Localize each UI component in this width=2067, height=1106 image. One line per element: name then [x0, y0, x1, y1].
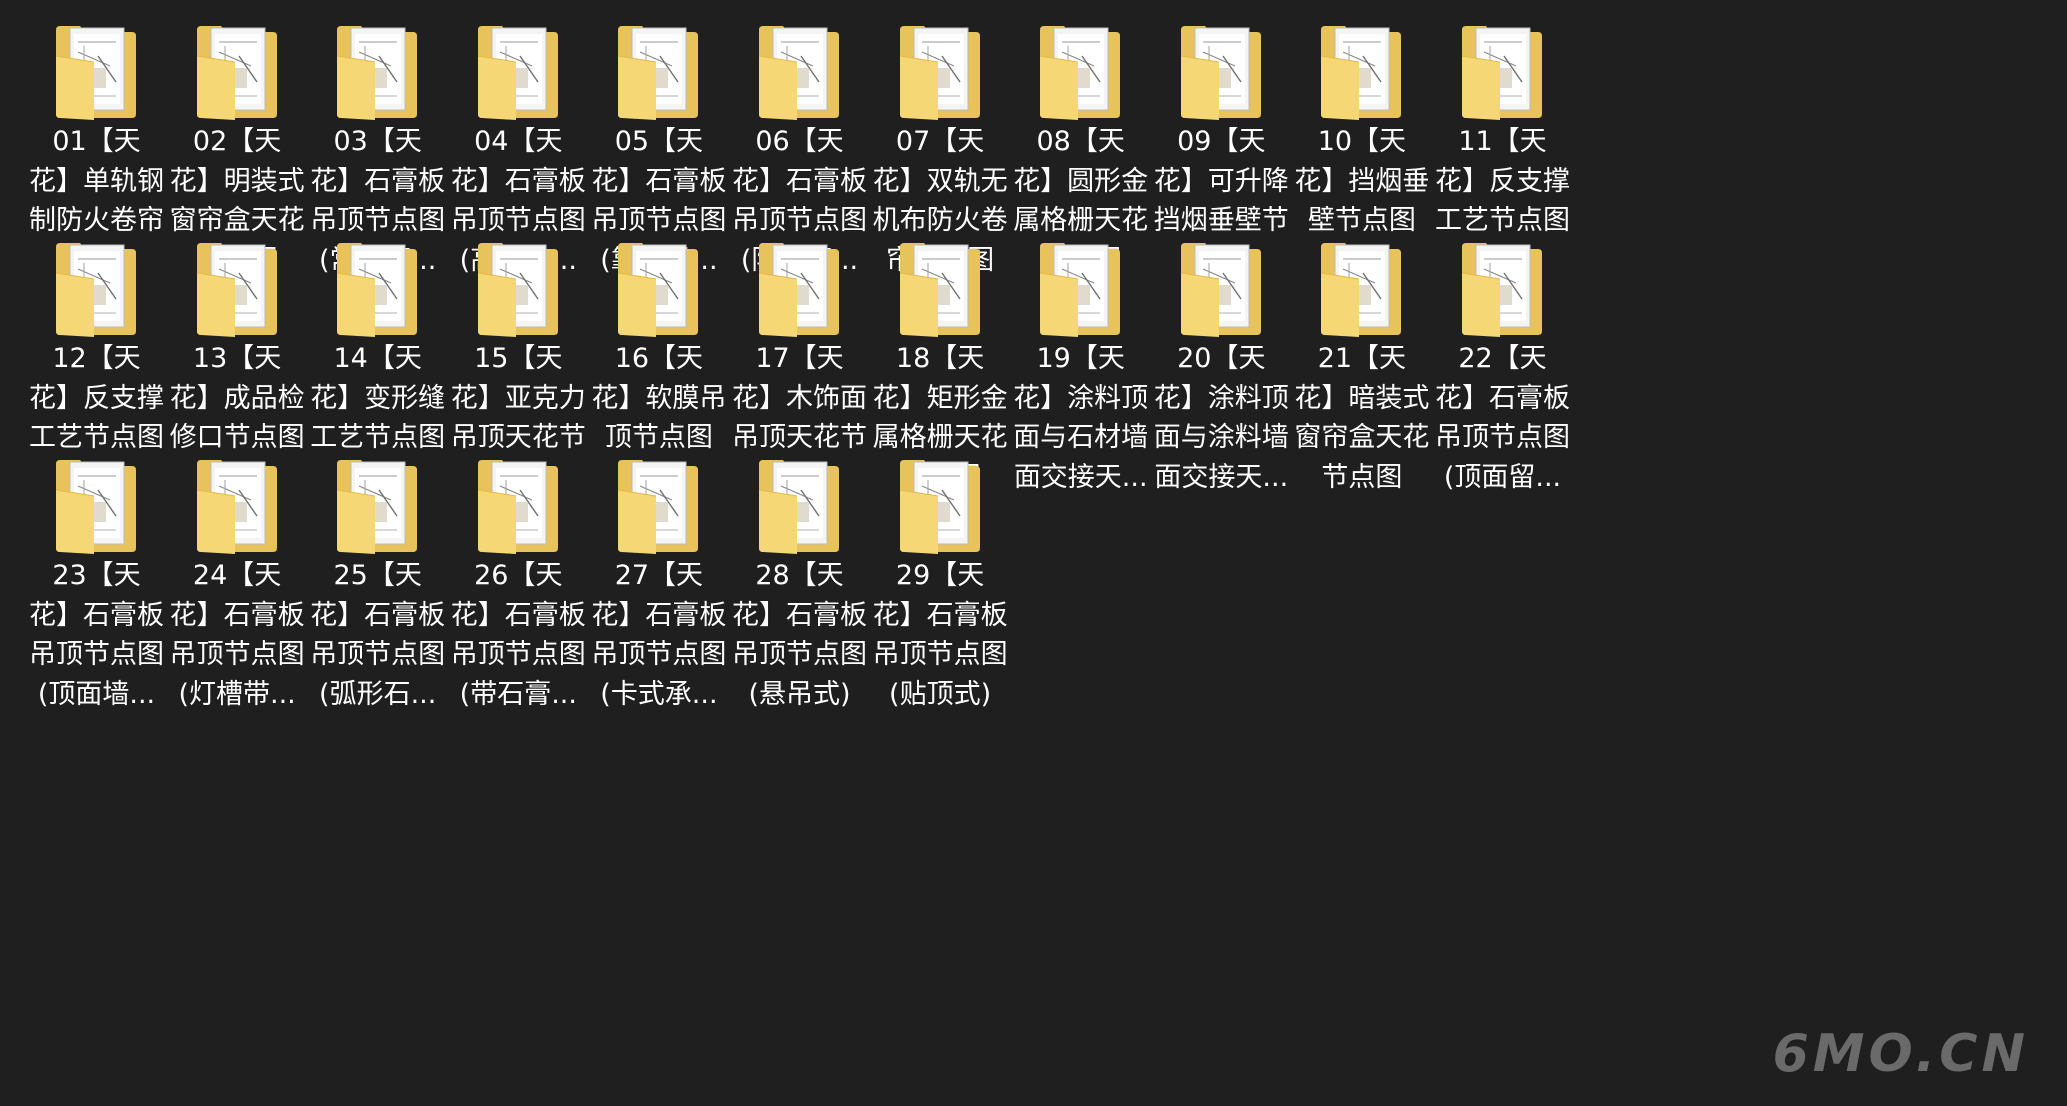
folder-icon[interactable]: [616, 22, 700, 122]
folder-icon[interactable]: [616, 456, 700, 556]
folder-icon[interactable]: [757, 239, 841, 339]
folder-icon[interactable]: [898, 239, 982, 339]
folder-name-line: 11【天: [1458, 126, 1547, 157]
folder-item[interactable]: 22【天花】石膏板吊顶节点图 (顶面留...: [1410, 217, 1595, 497]
folder-icon[interactable]: [1179, 239, 1263, 339]
folder-name-line: 花】反支撑: [1435, 165, 1570, 197]
folder-name-line: (贴顶式): [889, 678, 992, 710]
folder-name[interactable]: 29【天花】石膏板吊顶节点图 (贴顶式): [848, 556, 1033, 714]
folder-icon[interactable]: [195, 239, 279, 339]
folder-icon[interactable]: [335, 22, 419, 122]
folder-icon[interactable]: [54, 239, 138, 339]
folder-icon[interactable]: [1460, 239, 1544, 339]
folder-icon[interactable]: [1319, 239, 1403, 339]
folder-icon[interactable]: [757, 456, 841, 556]
folder-name-line: 吊顶节点图: [872, 639, 1008, 670]
folder-icon[interactable]: [898, 456, 982, 556]
folder-name-line: (顶面留...: [1443, 461, 1562, 493]
folder-icon[interactable]: [54, 22, 138, 122]
folder-icon[interactable]: [1460, 22, 1544, 122]
folder-icon[interactable]: [335, 239, 419, 339]
folder-icon[interactable]: [616, 239, 700, 339]
folder-icon[interactable]: [757, 22, 841, 122]
folder-icon[interactable]: [1319, 22, 1403, 122]
folder-name-line: 29【天: [895, 560, 985, 591]
folder-icon[interactable]: [1038, 239, 1122, 339]
folder-icon[interactable]: [335, 456, 419, 556]
folder-icon[interactable]: [54, 456, 138, 556]
watermark: 6MO.CN: [1772, 1024, 2029, 1084]
file-explorer-view: 01【天花】单轨钢制防火卷帘 02【天花】明装式窗帘盒天花节点图 03【天花】石…: [0, 0, 2067, 1106]
folder-icon[interactable]: [1038, 22, 1122, 122]
folder-icon[interactable]: [898, 22, 982, 122]
folder-name-line: 吊顶节点图: [1435, 422, 1570, 453]
folder-icon[interactable]: [476, 456, 560, 556]
folder-icon[interactable]: [195, 456, 279, 556]
folder-name-line: 花】石膏板: [1435, 382, 1570, 414]
folder-icon[interactable]: [195, 22, 279, 122]
folder-icon[interactable]: [476, 22, 560, 122]
folder-name-line: 22【天: [1458, 343, 1547, 374]
folder-name-line: 花】石膏板: [872, 599, 1008, 631]
folder-icon[interactable]: [476, 239, 560, 339]
folder-item[interactable]: 29【天花】石膏板吊顶节点图 (贴顶式): [848, 434, 1033, 714]
folder-name[interactable]: 22【天花】石膏板吊顶节点图 (顶面留...: [1410, 339, 1595, 497]
folder-icon[interactable]: [1179, 22, 1263, 122]
